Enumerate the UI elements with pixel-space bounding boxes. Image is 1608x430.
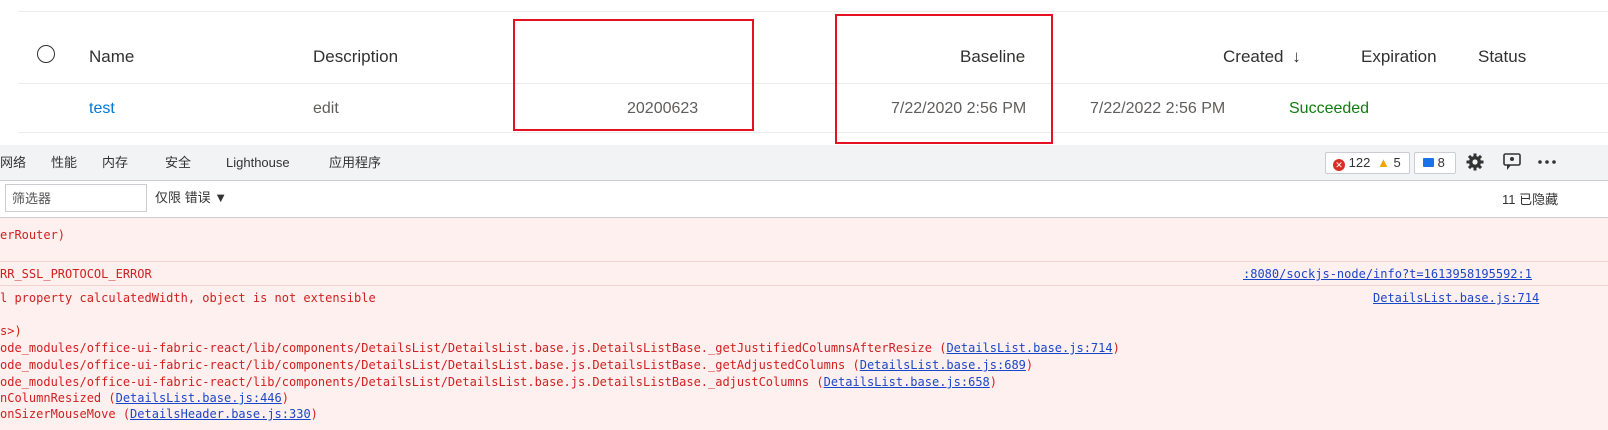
stack-frame-text: ) <box>989 375 998 389</box>
console-separator <box>0 261 1608 262</box>
error-count: 122 <box>1348 155 1371 170</box>
stack-frame-text: ) <box>310 407 318 421</box>
stack-frame: onSizerMouseMove (DetailsHeader.base.js:… <box>0 406 318 422</box>
tab-application[interactable]: 应用程序 <box>329 155 381 171</box>
hidden-count: 11 已隐藏 <box>1502 192 1559 207</box>
warning-triangle-icon: ▲ <box>1376 155 1390 170</box>
console-line: s>) <box>0 324 22 338</box>
console-toolbar <box>0 181 1608 218</box>
column-header-name[interactable]: Name <box>89 46 134 68</box>
stack-frame: ode_modules/office-ui-fabric-react/lib/c… <box>0 340 1120 356</box>
stack-frame-text: ) <box>1112 341 1120 355</box>
stack-frame-text: onSizerMouseMove ( <box>0 407 131 421</box>
header-divider <box>18 83 1608 84</box>
sort-descending-icon: ↓ <box>1292 47 1301 66</box>
tab-network[interactable]: 网络 <box>0 155 26 171</box>
select-all-checkbox[interactable] <box>37 45 55 63</box>
tab-memory[interactable]: 内存 <box>102 155 128 171</box>
stack-frame-link[interactable]: DetailsList.base.js:689 <box>860 358 1026 372</box>
log-level-select[interactable]: 仅限 错误 ▼ <box>155 190 227 206</box>
stack-frame-link[interactable]: DetailsList.base.js:714 <box>946 341 1112 355</box>
stack-frame: ode_modules/office-ui-fabric-react/lib/c… <box>0 357 1033 373</box>
stack-frame-text: nColumnResized ( <box>0 391 116 405</box>
row-expiration: 7/22/2022 2:56 PM <box>1090 100 1226 117</box>
stack-frame-text: ) <box>281 391 289 405</box>
highlight-box-version <box>513 19 754 131</box>
console-separator <box>0 285 1608 286</box>
console-source-link[interactable]: :8080/sockjs-node/info?t=1613958195592:1 <box>1243 266 1532 282</box>
stack-frame-link[interactable]: DetailsHeader.base.js:330 <box>130 407 311 421</box>
tab-lighthouse[interactable]: Lighthouse <box>226 155 290 171</box>
console-line: erRouter) <box>0 228 66 242</box>
row-description: edit <box>313 100 339 117</box>
console-line: RR_SSL_PROTOCOL_ERROR <box>0 267 152 281</box>
stack-frame-text: ode_modules/office-ui-fabric-react/lib/c… <box>0 358 860 372</box>
issues-counter[interactable]: ✕ 122 ▲ 5 <box>1325 152 1410 174</box>
message-count: 8 <box>1437 155 1445 170</box>
dock-icon[interactable] <box>1501 152 1523 172</box>
stack-frame-text: ) <box>1025 358 1034 372</box>
stack-frame: nColumnResized (DetailsList.base.js:446) <box>0 390 289 406</box>
column-header-created[interactable]: Created ↓ <box>1223 46 1301 68</box>
console-source-link[interactable]: DetailsList.base.js:714 <box>1373 290 1539 306</box>
stack-frame: ode_modules/office-ui-fabric-react/lib/c… <box>0 374 997 390</box>
highlight-box-baseline <box>835 14 1053 144</box>
row-divider <box>18 132 1608 133</box>
tab-performance[interactable]: 性能 <box>51 155 77 171</box>
messages-counter[interactable]: 8 <box>1414 152 1456 174</box>
message-icon <box>1423 158 1434 167</box>
console-line: l property calculatedWidth, object is no… <box>0 291 376 305</box>
filter-input[interactable] <box>5 184 147 212</box>
gear-icon[interactable] <box>1465 152 1485 172</box>
row-name-link[interactable]: test <box>89 98 115 120</box>
stack-frame-link[interactable]: DetailsList.base.js:658 <box>824 375 990 389</box>
more-icon[interactable] <box>1537 152 1557 172</box>
stack-frame-link[interactable]: DetailsList.base.js:446 <box>116 391 282 405</box>
row-status: Succeeded <box>1289 100 1370 117</box>
stack-frame-text: ode_modules/office-ui-fabric-react/lib/c… <box>0 341 947 355</box>
error-circle-icon: ✕ <box>1333 159 1345 171</box>
details-list <box>0 0 1608 145</box>
column-header-expiration[interactable]: Expiration <box>1361 46 1437 68</box>
divider <box>18 11 1608 12</box>
stack-frame-text: ode_modules/office-ui-fabric-react/lib/c… <box>0 375 824 389</box>
column-header-status[interactable]: Status <box>1478 46 1526 68</box>
tab-security[interactable]: 安全 <box>165 155 191 171</box>
column-header-description[interactable]: Description <box>313 46 398 68</box>
warning-count: 5 <box>1393 155 1401 170</box>
column-header-created-label: Created <box>1223 47 1284 66</box>
